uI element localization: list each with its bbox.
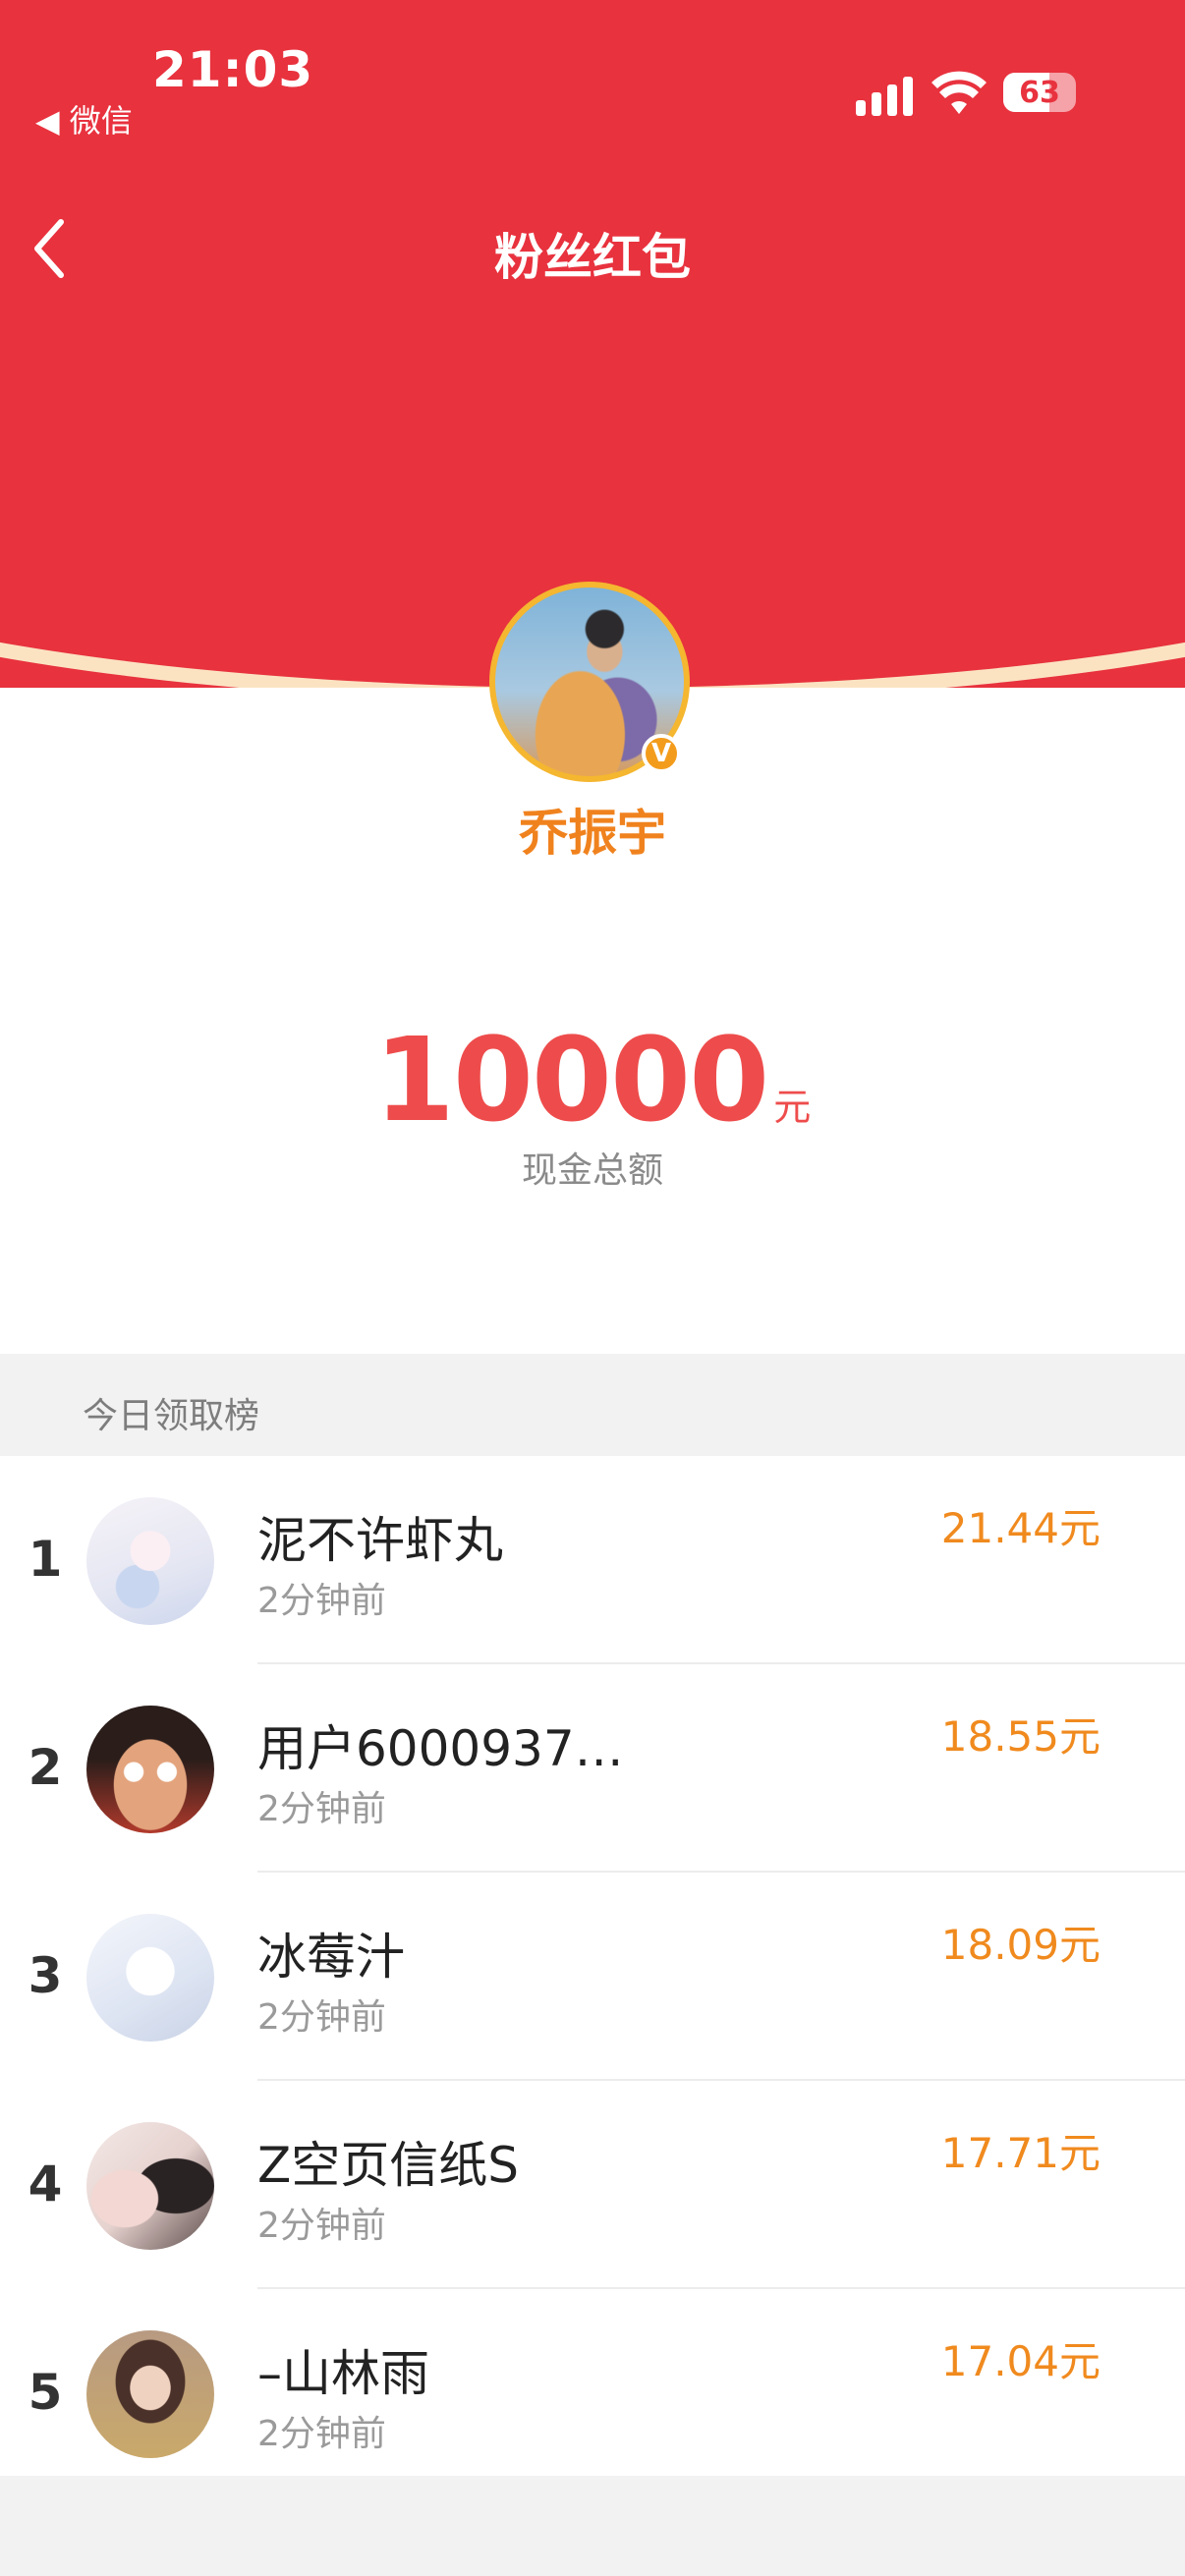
claim-amount: 18.09元 bbox=[940, 1921, 1100, 1969]
amount-label: 现金总额 bbox=[521, 1150, 663, 1191]
claim-time: 2分钟前 bbox=[257, 2206, 386, 2246]
rank-number: 2 bbox=[28, 1739, 63, 1796]
battery-icon: 63 bbox=[1003, 73, 1076, 112]
claim-time: 2分钟前 bbox=[257, 2414, 386, 2454]
host-name[interactable]: 乔振宇 bbox=[0, 794, 1185, 865]
cellular-signal-icon bbox=[856, 77, 913, 116]
battery-percentage: 63 bbox=[1019, 75, 1060, 110]
page-title: 粉丝红包 bbox=[494, 229, 691, 286]
footer-background bbox=[0, 2476, 1185, 2576]
avatar[interactable] bbox=[86, 2330, 214, 2458]
avatar[interactable] bbox=[86, 1497, 214, 1625]
list-item[interactable]: 1 泥不许虾丸 2分钟前 21.44元 bbox=[0, 1456, 1185, 1664]
amount-unit: 元 bbox=[773, 1086, 812, 1129]
list-item[interactable]: 3 冰莓汁 2分钟前 18.09元 bbox=[0, 1873, 1185, 2081]
leaderboard-list: 1 泥不许虾丸 2分钟前 21.44元 2 用户6000937… 2分钟前 18… bbox=[0, 1456, 1185, 2497]
claim-amount: 21.44元 bbox=[940, 1504, 1100, 1552]
user-name: 用户6000937… bbox=[257, 1720, 624, 1777]
rank-number: 4 bbox=[28, 2156, 63, 2212]
rank-number: 1 bbox=[28, 1531, 63, 1588]
user-name: 泥不许虾丸 bbox=[257, 1512, 503, 1569]
claim-time: 2分钟前 bbox=[257, 1789, 386, 1829]
rank-number: 5 bbox=[28, 2364, 63, 2421]
list-item[interactable]: 2 用户6000937… 2分钟前 18.55元 bbox=[0, 1664, 1185, 1873]
amount-value: 10000 bbox=[373, 1012, 770, 1148]
back-to-app-link[interactable]: ◀ 微信 bbox=[35, 96, 133, 141]
claim-amount: 17.04元 bbox=[940, 2337, 1100, 2385]
list-item[interactable]: 5 –山林雨 2分钟前 17.04元 bbox=[0, 2289, 1185, 2497]
user-name: 冰莓汁 bbox=[257, 1929, 405, 1986]
leaderboard-header: 今日领取榜 bbox=[0, 1354, 1185, 1456]
status-time: 21:03 bbox=[152, 41, 314, 98]
verified-badge-icon: V bbox=[642, 734, 681, 773]
wifi-icon bbox=[931, 71, 987, 114]
user-name: –山林雨 bbox=[257, 2345, 429, 2402]
avatar[interactable] bbox=[86, 1914, 214, 2042]
avatar[interactable] bbox=[86, 1706, 214, 1833]
claim-amount: 17.71元 bbox=[940, 2129, 1100, 2177]
user-name: Z空页信纸S bbox=[257, 2137, 519, 2194]
avatar[interactable] bbox=[86, 2122, 214, 2250]
claim-amount: 18.55元 bbox=[940, 1712, 1100, 1761]
host-avatar[interactable]: V bbox=[489, 582, 690, 782]
claim-time: 2分钟前 bbox=[257, 1997, 386, 2038]
list-item[interactable]: 4 Z空页信纸S 2分钟前 17.71元 bbox=[0, 2081, 1185, 2289]
leaderboard-title: 今日领取榜 bbox=[83, 1396, 260, 1436]
rank-number: 3 bbox=[28, 1947, 63, 2004]
total-amount: 10000 元 bbox=[0, 1012, 1185, 1148]
claim-time: 2分钟前 bbox=[257, 1581, 386, 1621]
